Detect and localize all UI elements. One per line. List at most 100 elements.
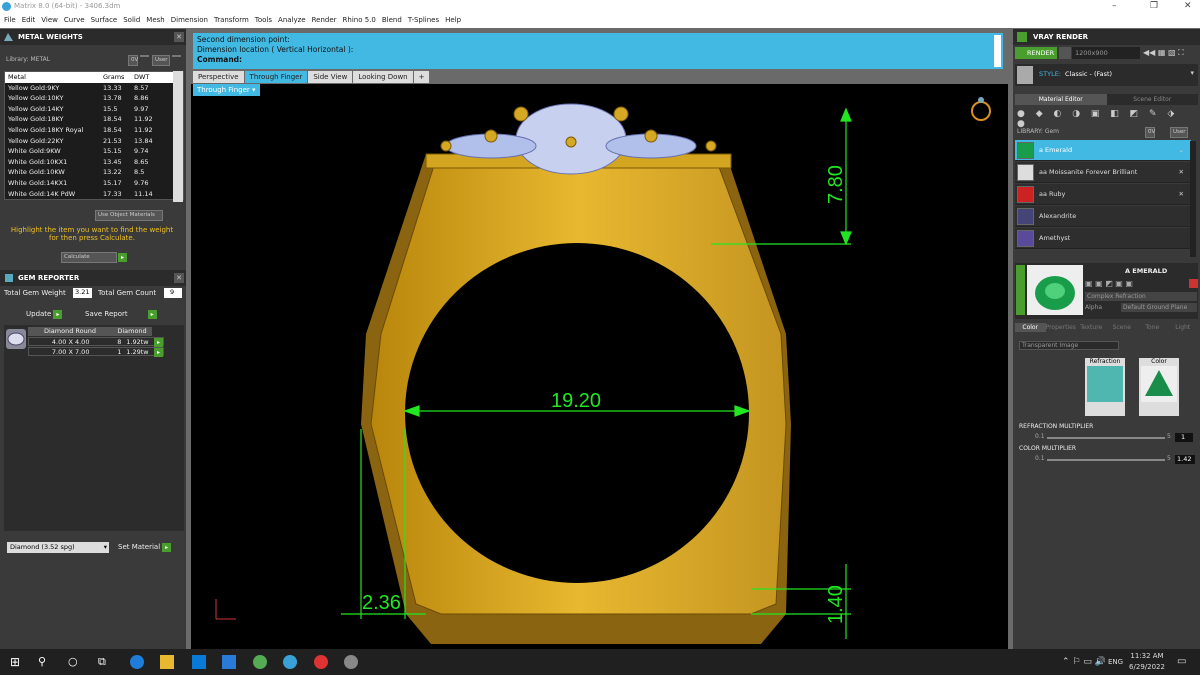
menu-item-3[interactable]: Curve (64, 16, 85, 24)
minimize-icon[interactable]: – (1112, 0, 1117, 13)
command-area[interactable]: Second dimension point: Dimension locati… (193, 33, 1003, 69)
subtab-color[interactable]: Color (1015, 323, 1046, 332)
gem-material-item[interactable]: aa Ruby ✕ (1015, 184, 1191, 205)
vray-toolbar-icons[interactable]: ◀◀ ▦ ▧ ⛶ (1143, 47, 1198, 59)
table-row[interactable]: Yellow Gold:18KY 18.54 11.92 (5, 114, 183, 125)
library-user-tag[interactable]: User (152, 55, 170, 66)
table-row[interactable]: White Gold:10KX1 13.45 8.65 (5, 157, 183, 168)
refraction-thumb[interactable]: Refraction (1085, 358, 1125, 416)
file-explorer-icon[interactable] (160, 655, 174, 669)
command-scrollbar[interactable] (994, 35, 1001, 67)
menu-item-11[interactable]: Render (312, 16, 337, 24)
menu-item-7[interactable]: Dimension (171, 16, 208, 24)
clock-date[interactable]: 6/29/2022 (1126, 663, 1168, 671)
color-slider[interactable] (1047, 459, 1165, 461)
table-row[interactable]: Yellow Gold:9KY 13.33 8.57 (5, 83, 183, 94)
notification-icon[interactable]: ▭ (1177, 656, 1186, 667)
ground-plane-select[interactable]: Default Ground Plane (1121, 303, 1197, 312)
library-user-toggle[interactable] (172, 55, 181, 57)
update-button[interactable]: Update ▸ (26, 310, 63, 319)
table-row[interactable]: Yellow Gold:14KY 15.5 9.97 (5, 104, 183, 115)
menu-item-12[interactable]: Rhino 5.0 (343, 16, 376, 24)
clock-time[interactable]: 11:32 AM (1130, 652, 1164, 660)
delete-material-icon[interactable] (1189, 279, 1198, 288)
gem-material-item[interactable]: Amethyst (1015, 228, 1191, 249)
tab-side-view[interactable]: Side View (308, 71, 353, 83)
tab-perspective[interactable]: Perspective (193, 71, 244, 83)
menu-item-13[interactable]: Blend (382, 16, 402, 24)
material-toolbar-icons[interactable]: ● ◆ ◐ ◑ ▣ ◧ ◩ ✎ ⬗ ● (1017, 109, 1197, 129)
subtab-scene[interactable]: Scene (1107, 323, 1138, 332)
tab-through-finger[interactable]: Through Finger (244, 71, 308, 83)
save-report-button[interactable]: Save Report ▸ (85, 310, 157, 319)
gem-report-row[interactable]: 4.00 X 4.00 8 1.92tw ▸ (28, 337, 164, 347)
subtab-tone[interactable]: Tone (1137, 323, 1168, 332)
language-indicator[interactable]: ENG (1108, 658, 1123, 666)
material-type-select[interactable]: Complex Refraction (1085, 292, 1197, 301)
table-row[interactable]: White Gold:10KW 13.22 8.5 (5, 167, 183, 178)
subtab-texture[interactable]: Texture (1076, 323, 1107, 332)
color-value[interactable]: 1.42 (1175, 455, 1195, 464)
tab-scene-editor[interactable]: Scene Editor (1106, 94, 1198, 105)
gem-row-go-icon[interactable]: ▸ (154, 348, 163, 357)
preview-toggle[interactable] (1016, 265, 1025, 315)
color-thumb[interactable]: Color (1139, 358, 1179, 416)
table-row[interactable]: White Gold:9KW 15.15 9.74 (5, 146, 183, 157)
refraction-slider[interactable] (1047, 437, 1165, 439)
menu-item-6[interactable]: Mesh (146, 16, 164, 24)
library-0v-tag[interactable]: 0V (128, 55, 138, 66)
gem-material-item[interactable]: a Emerald ⌄ (1015, 140, 1191, 161)
camera-icon[interactable] (1059, 47, 1071, 59)
menu-item-10[interactable]: Analyze (278, 16, 306, 24)
gem-material-item[interactable]: aa Moissanite Forever Brilliant ✕ (1015, 162, 1191, 183)
refraction-value[interactable]: 1 (1175, 433, 1193, 442)
table-row[interactable]: Yellow Gold:22KY 21.53 13.84 (5, 136, 183, 147)
edge-icon[interactable] (130, 655, 144, 669)
menu-item-8[interactable]: Transform (214, 16, 249, 24)
remove-icon[interactable]: ✕ (1179, 162, 1184, 183)
chevron-down-icon[interactable]: ⌄ (1179, 140, 1184, 161)
gem-lib-0v-tag[interactable]: 0V (1145, 127, 1155, 138)
table-row[interactable]: Yellow Gold:10KY 13.78 8.86 (5, 93, 183, 104)
chrome-icon[interactable] (314, 655, 328, 669)
app-icon-2[interactable] (344, 655, 358, 669)
tab-looking-down[interactable]: Looking Down (353, 71, 413, 83)
search-icon[interactable]: ⚲ (38, 655, 52, 669)
tray-icons[interactable]: ⌃ ⚐ ▭ 🔊 (1062, 657, 1106, 667)
panel-close-icon[interactable]: ✕ (174, 32, 184, 42)
material-action-icons[interactable]: ▣ ▣ ◩ ▣ ▣ (1085, 279, 1171, 288)
gem-report-row[interactable]: 7.00 X 7.00 1 1.29tw ▸ (28, 347, 164, 357)
remove-icon[interactable]: ✕ (1179, 184, 1184, 205)
task-view-icon[interactable]: ⧉ (98, 655, 112, 669)
cortana-icon[interactable]: ○ (68, 655, 82, 669)
menu-item-15[interactable]: Help (445, 16, 461, 24)
resolution-field[interactable]: 1200x900 (1072, 47, 1140, 59)
menu-item-1[interactable]: Edit (22, 16, 36, 24)
library-toggle[interactable] (140, 55, 149, 57)
use-object-materials-button[interactable]: Use Object Materials (95, 210, 163, 221)
texture-dropdown[interactable]: Transparent Image (1019, 341, 1119, 350)
gem-row-go-icon[interactable]: ▸ (154, 338, 163, 347)
gem-material-item[interactable]: Alexandrite (1015, 206, 1191, 227)
gem-lib-user-tag[interactable]: User (1170, 127, 1188, 138)
table-row[interactable]: White Gold:14K PdW 17.33 11.14 (5, 189, 183, 200)
ring-orientation-icon[interactable] (971, 97, 991, 121)
add-tab-icon[interactable]: + (413, 71, 430, 83)
menu-item-4[interactable]: Surface (91, 16, 118, 24)
table-row[interactable]: White Gold:14KX1 15.17 9.76 (5, 178, 183, 189)
set-material-button[interactable]: Set Material ▸ (118, 543, 172, 552)
menu-item-9[interactable]: Tools (255, 16, 272, 24)
calculate-go-icon[interactable]: ▸ (118, 253, 127, 262)
close-icon[interactable]: ✕ (1184, 0, 1192, 13)
menu-item-2[interactable]: View (41, 16, 58, 24)
mail-icon[interactable] (222, 655, 236, 669)
subtab-light[interactable]: Light (1168, 323, 1199, 332)
gem-list-scrollbar[interactable] (1190, 141, 1196, 257)
menu-item-14[interactable]: T-Splines (408, 16, 439, 24)
menu-item-5[interactable]: Solid (123, 16, 140, 24)
material-select[interactable]: Diamond (3.52 spg) ▾ (7, 542, 109, 553)
gem-panel-close-icon[interactable]: ✕ (174, 273, 184, 283)
subtab-properties[interactable]: Properties (1046, 323, 1077, 332)
metal-table-scrollbar[interactable] (173, 71, 183, 202)
restore-icon[interactable]: ❐ (1150, 0, 1158, 13)
